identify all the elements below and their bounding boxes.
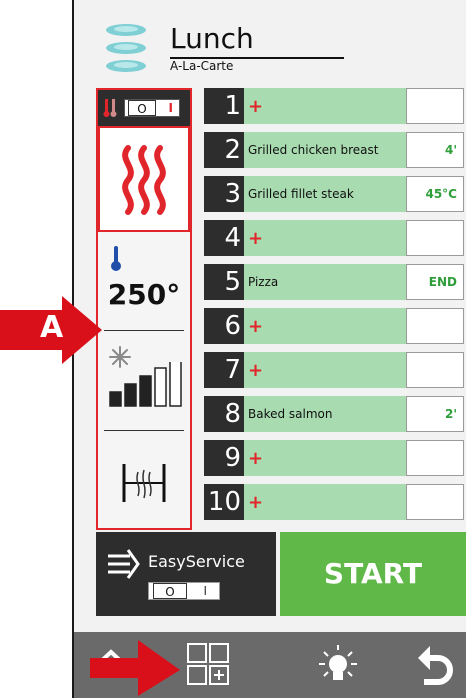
program-number: 7 <box>204 352 244 388</box>
program-row[interactable]: 7 + <box>204 352 466 388</box>
program-row[interactable]: 2 Grilled chicken breast 4' <box>204 132 466 168</box>
program-name[interactable]: Pizza <box>244 264 406 300</box>
program-row[interactable]: 10 + <box>204 484 466 520</box>
toggle-on-label: I <box>203 584 207 598</box>
program-row[interactable]: 3 Grilled fillet steak 45°C <box>204 176 466 212</box>
rack-icon[interactable] <box>118 460 170 506</box>
easyservice-toggle[interactable]: O I <box>148 582 220 600</box>
program-name[interactable]: Grilled fillet steak <box>244 176 406 212</box>
program-value <box>406 440 464 476</box>
add-program-button[interactable]: + <box>244 352 406 388</box>
program-row[interactable]: 5 Pizza END <box>204 264 466 300</box>
plates-icon <box>106 24 146 72</box>
program-number: 6 <box>204 308 244 344</box>
program-row[interactable]: 9 + <box>204 440 466 476</box>
program-value <box>406 484 464 520</box>
program-row[interactable]: 6 + <box>204 308 466 344</box>
program-name-text: + <box>248 447 264 469</box>
oven-screen: Lunch A-La-Carte O I 250° 1 + 2 Grilled … <box>72 0 466 698</box>
program-value: END <box>406 264 464 300</box>
add-program-button[interactable]: + <box>244 440 406 476</box>
program-value: 4' <box>406 132 464 168</box>
start-button[interactable]: START <box>280 532 466 616</box>
add-program-button[interactable]: + <box>244 308 406 344</box>
fan-level-bar <box>124 383 137 407</box>
program-number: 5 <box>204 264 244 300</box>
fan-level-bar <box>169 362 182 407</box>
program-name[interactable]: Grilled chicken breast <box>244 132 406 168</box>
program-value <box>406 220 464 256</box>
program-row[interactable]: 4 + <box>204 220 466 256</box>
fan-level-bar <box>109 391 122 407</box>
program-row[interactable]: 1 + <box>204 88 466 124</box>
program-name-text: + <box>248 491 264 513</box>
easyservice-panel[interactable]: EasyService O I <box>96 532 276 616</box>
preheat-toggle-bar: O I <box>98 90 190 126</box>
preheat-toggle[interactable]: O I <box>124 99 180 117</box>
program-number: 1 <box>204 88 244 124</box>
page-subtitle: A-La-Carte <box>170 59 234 73</box>
program-name-text: Grilled chicken breast <box>248 142 379 157</box>
program-name-text: Grilled fillet steak <box>248 186 354 201</box>
heat-mode-button[interactable] <box>98 126 190 232</box>
divider <box>104 330 184 331</box>
add-program-button[interactable]: + <box>244 484 406 520</box>
program-name-text: Pizza <box>248 274 279 289</box>
program-value <box>406 308 464 344</box>
grid-add-icon[interactable] <box>186 642 232 688</box>
program-number: 4 <box>204 220 244 256</box>
program-name-text: + <box>248 227 264 249</box>
easyservice-label: EasyService <box>148 552 245 571</box>
callout-a-label: A <box>40 310 64 345</box>
program-name[interactable]: Baked salmon <box>244 396 406 432</box>
divider <box>104 430 184 431</box>
heat-icon <box>122 145 166 215</box>
program-number: 3 <box>204 176 244 212</box>
program-number: 10 <box>204 484 244 520</box>
program-name-text: + <box>248 359 264 381</box>
back-icon[interactable] <box>414 642 454 688</box>
program-name-text: Baked salmon <box>248 406 333 421</box>
cooking-settings-panel: O I 250° <box>96 88 192 530</box>
fan-level-bar <box>139 375 152 407</box>
program-row[interactable]: 8 Baked salmon 2' <box>204 396 466 432</box>
page-title: Lunch <box>170 22 254 55</box>
program-value <box>406 88 464 124</box>
program-number: 9 <box>204 440 244 476</box>
program-number: 8 <box>204 396 244 432</box>
add-program-button[interactable]: + <box>244 220 406 256</box>
light-icon[interactable] <box>318 644 358 686</box>
toggle-off-label: O <box>128 100 156 116</box>
thermo-icon <box>103 99 117 117</box>
program-name-text: + <box>248 315 264 337</box>
add-program-button[interactable]: + <box>244 88 406 124</box>
program-name-text: + <box>248 95 264 117</box>
toggle-off-label: O <box>153 583 187 599</box>
toggle-on-label: I <box>168 101 173 115</box>
program-number: 2 <box>204 132 244 168</box>
pointer-arrow <box>90 640 180 696</box>
easyservice-icon <box>108 549 140 579</box>
temperature-icon <box>111 246 121 271</box>
fan-level-icon[interactable] <box>108 362 188 408</box>
program-value <box>406 352 464 388</box>
fan-level-bar <box>154 367 167 407</box>
temperature-value[interactable]: 250° <box>98 278 190 311</box>
program-value: 45°C <box>406 176 464 212</box>
program-value: 2' <box>406 396 464 432</box>
